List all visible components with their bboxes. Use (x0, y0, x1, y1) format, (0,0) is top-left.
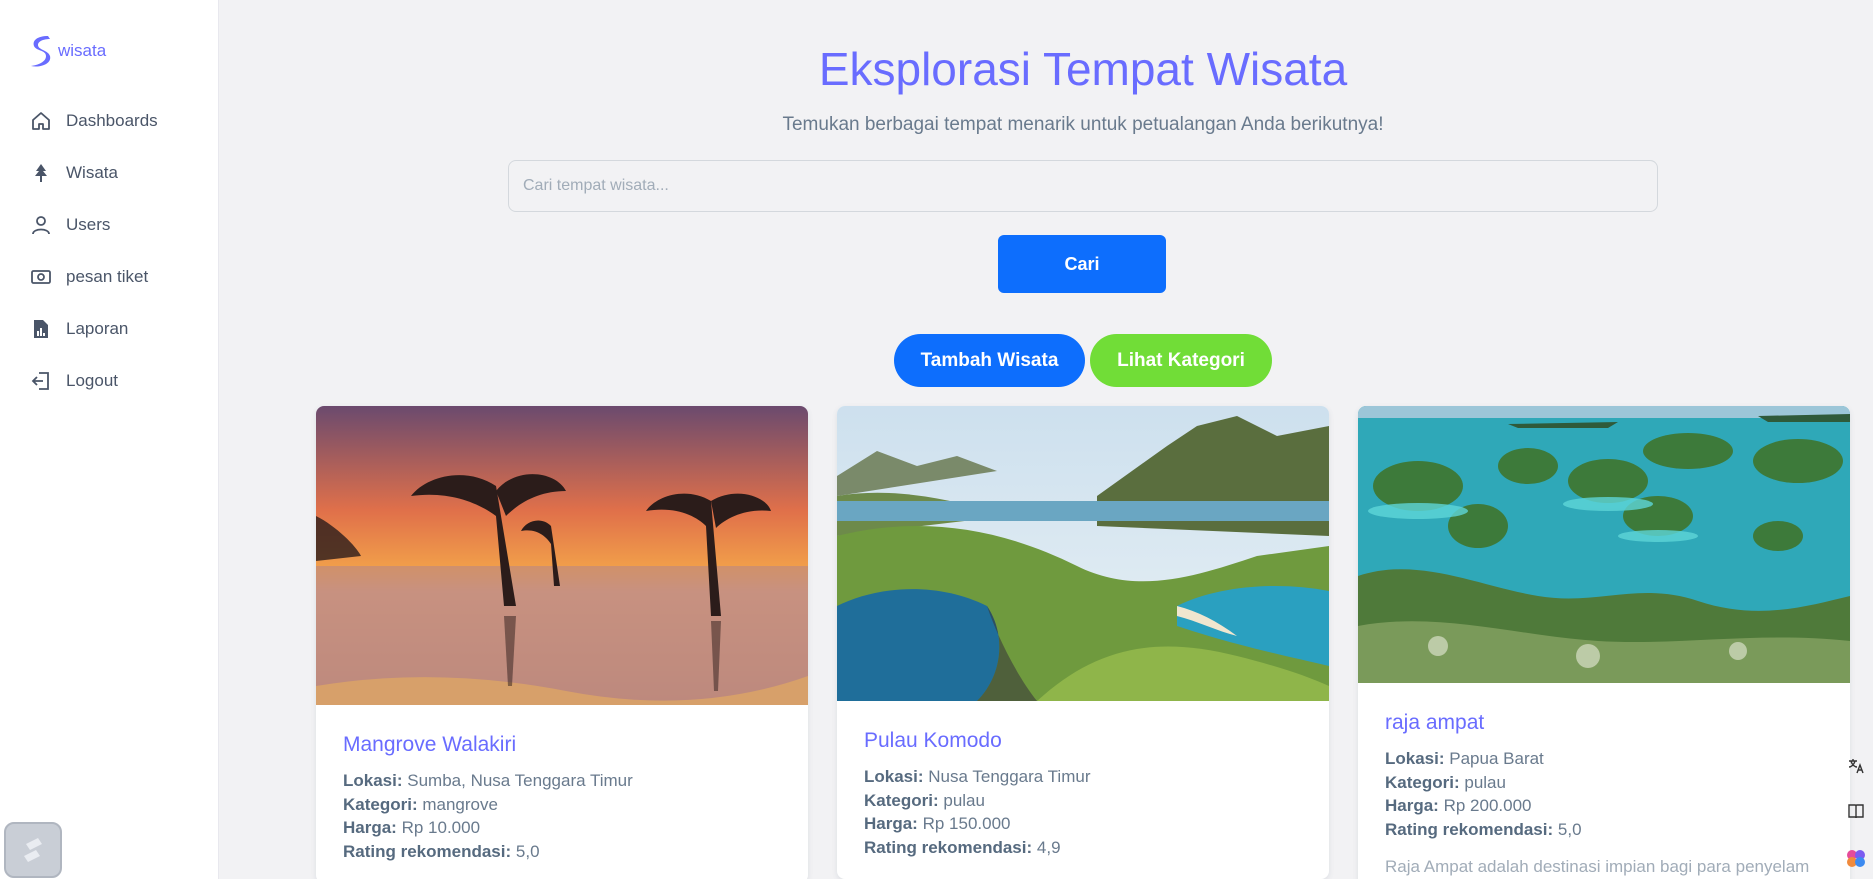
card-rating: Rating rekomendasi: 5,0 (343, 840, 781, 864)
main-content: Eksplorasi Tempat Wisata Temukan berbaga… (219, 0, 1873, 879)
sidebar-item-wisata[interactable]: Wisata (0, 147, 219, 199)
ticket-icon (30, 266, 52, 288)
card-title[interactable]: raja ampat (1385, 711, 1823, 735)
sidebar-menu: Dashboards Wisata Users pesan tiket Lapo… (0, 95, 219, 407)
card-description: Raja Ampat adalah destinasi impian bagi … (1385, 857, 1810, 876)
card-location: Lokasi: Papua Barat (1385, 747, 1823, 771)
sidebar-item-users[interactable]: Users (0, 199, 219, 251)
translate-icon[interactable] (1844, 754, 1868, 778)
sidebar: wisata Dashboards Wisata Users pesan tik… (0, 0, 219, 879)
destination-card[interactable]: Mangrove Walakiri Lokasi: Sumba, Nusa Te… (316, 406, 808, 879)
card-title[interactable]: Mangrove Walakiri (343, 733, 781, 757)
report-icon (30, 318, 52, 340)
price-value: Rp 10.000 (401, 818, 481, 837)
search-button[interactable]: Cari (998, 235, 1166, 293)
page-subtitle: Temukan berbagai tempat menarik untuk pe… (782, 114, 1384, 135)
card-price: Harga: Rp 150.000 (864, 812, 1302, 836)
sidebar-item-label: Users (66, 215, 111, 234)
brand[interactable]: wisata (28, 34, 106, 68)
card-rating: Rating rekomendasi: 4,9 (864, 836, 1302, 860)
card-rating: Rating rekomendasi: 5,0 (1385, 818, 1823, 842)
book-icon[interactable] (1844, 799, 1868, 823)
price-value: Rp 200.000 (1443, 796, 1532, 815)
price-value: Rp 150.000 (922, 814, 1011, 833)
category-value: pulau (1464, 772, 1506, 792)
price-label: Harga: (1385, 796, 1439, 815)
sidebar-item-dashboards[interactable]: Dashboards (0, 95, 219, 147)
price-label: Harga: (343, 818, 397, 837)
brand-logo-icon (31, 36, 51, 67)
sidebar-item-pesan-tiket[interactable]: pesan tiket (0, 251, 219, 303)
destination-image (1358, 406, 1850, 683)
app-badge[interactable] (4, 822, 62, 878)
destination-image (837, 406, 1329, 701)
location-value: Sumba, Nusa Tenggara Timur (407, 771, 633, 790)
view-category-button[interactable]: Lihat Kategori (1090, 334, 1272, 387)
card-category: Kategori: pulau (864, 789, 1302, 813)
search-input[interactable] (508, 160, 1658, 212)
tree-icon (30, 162, 52, 184)
card-category: Kategori: mangrove (343, 793, 781, 817)
rating-value: 5,0 (515, 841, 540, 861)
location-value: Papua Barat (1449, 749, 1544, 768)
rating-value: 4,9 (1036, 837, 1061, 857)
home-icon (30, 110, 52, 132)
destination-card[interactable]: Pulau Komodo Lokasi: Nusa Tenggara Timur… (837, 406, 1329, 879)
location-label: Lokasi: (1385, 749, 1445, 768)
location-label: Lokasi: (864, 767, 924, 786)
category-label: Kategori: (1385, 772, 1460, 792)
sidebar-item-label: Dashboards (66, 111, 158, 130)
category-value: pulau (943, 790, 985, 810)
sidebar-item-logout[interactable]: Logout (0, 355, 219, 407)
add-wisata-button[interactable]: Tambah Wisata (894, 334, 1085, 387)
card-location: Lokasi: Nusa Tenggara Timur (864, 765, 1302, 789)
brain-icon[interactable] (1844, 846, 1868, 870)
sidebar-item-label: Logout (66, 371, 118, 390)
app-logo-icon (24, 838, 42, 862)
category-label: Kategori: (343, 794, 418, 814)
sidebar-item-label: pesan tiket (66, 267, 149, 286)
location-value: Nusa Tenggara Timur (928, 767, 1091, 786)
location-label: Lokasi: (343, 771, 403, 790)
card-body: Pulau Komodo Lokasi: Nusa Tenggara Timur… (837, 701, 1329, 879)
brand-name: wisata (58, 41, 107, 60)
card-category: Kategori: pulau (1385, 771, 1823, 795)
card-body: raja ampat Lokasi: Papua Barat Kategori:… (1358, 683, 1850, 879)
card-title[interactable]: Pulau Komodo (864, 729, 1302, 753)
logout-icon (30, 370, 52, 392)
rating-label: Rating rekomendasi: (1385, 819, 1554, 839)
sidebar-item-label: Wisata (66, 163, 118, 182)
sidebar-item-laporan[interactable]: Laporan (0, 303, 219, 355)
destination-image (316, 406, 808, 705)
category-value: mangrove (422, 794, 498, 814)
card-body: Mangrove Walakiri Lokasi: Sumba, Nusa Te… (316, 705, 808, 879)
sidebar-item-label: Laporan (66, 319, 129, 338)
rating-label: Rating rekomendasi: (343, 841, 512, 861)
user-icon (30, 214, 52, 236)
destination-card[interactable]: raja ampat Lokasi: Papua Barat Kategori:… (1358, 406, 1850, 879)
page-title: Eksplorasi Tempat Wisata (818, 43, 1348, 95)
price-label: Harga: (864, 814, 918, 833)
category-label: Kategori: (864, 790, 939, 810)
card-price: Harga: Rp 200.000 (1385, 794, 1823, 818)
rating-value: 5,0 (1557, 819, 1582, 839)
card-price: Harga: Rp 10.000 (343, 816, 781, 840)
rating-label: Rating rekomendasi: (864, 837, 1033, 857)
card-location: Lokasi: Sumba, Nusa Tenggara Timur (343, 769, 781, 793)
